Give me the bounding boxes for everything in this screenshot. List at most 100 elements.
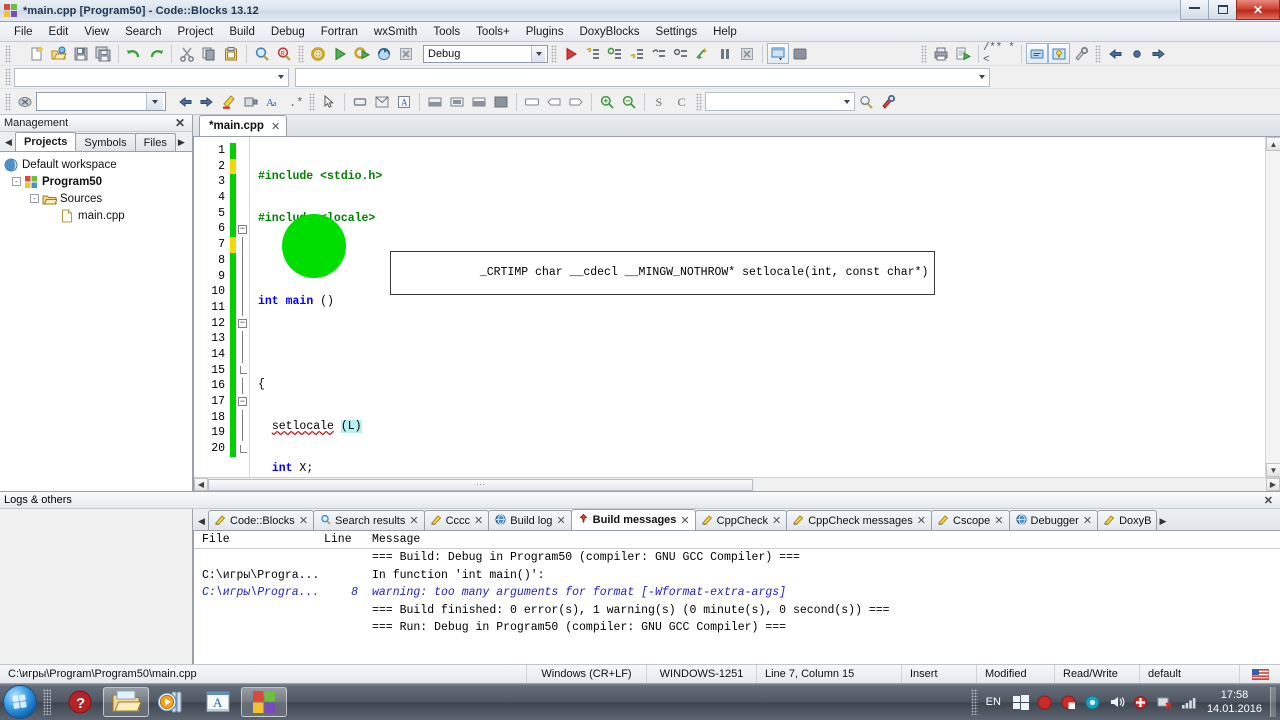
close-icon[interactable]: ✕	[917, 514, 926, 527]
grid-rows[interactable]: === Build: Debug in Program50 (compiler:…	[194, 549, 1280, 664]
frame-icon[interactable]: A	[393, 91, 415, 112]
close-icon[interactable]: ✕	[772, 514, 781, 527]
tree-item-sources[interactable]: - Sources	[4, 190, 192, 207]
antivirus-icon[interactable]	[1131, 692, 1151, 712]
wordpad-icon[interactable]: A	[195, 687, 241, 717]
editor-horizontal-scrollbar[interactable]: ◀ ⋯ ▶	[194, 477, 1280, 491]
recorder-icon[interactable]	[1059, 692, 1079, 712]
tree-item-workspace[interactable]: Default workspace	[4, 156, 192, 173]
menu-search[interactable]: Search	[117, 24, 169, 40]
tab-scroll-left-icon[interactable]: ◀	[2, 133, 15, 151]
expand-icon[interactable]	[565, 91, 587, 112]
next-line-icon[interactable]	[582, 43, 604, 64]
toolbar-grip-wx2[interactable]	[696, 92, 702, 111]
table-row[interactable]: === Run: Debug in Program50 (compiler: G…	[194, 619, 1280, 637]
close-icon[interactable]: ✕	[474, 514, 483, 527]
toolbar-grip[interactable]	[5, 44, 11, 63]
log-tab-cppcheck[interactable]: CppCheck ✕	[694, 510, 788, 530]
log-tab-build-log[interactable]: Build log ✕	[488, 510, 572, 530]
rebuild-icon[interactable]	[373, 43, 395, 64]
tab-scroll-right-icon[interactable]: ▶	[175, 133, 188, 151]
code-completion-scope-combo[interactable]	[14, 67, 289, 87]
step-into-instruction-icon[interactable]	[670, 43, 692, 64]
menu-view[interactable]: View	[76, 24, 117, 40]
build-target-combo[interactable]: Debug	[423, 44, 548, 63]
spacer-icon[interactable]	[521, 91, 543, 112]
menu-doxyblocks[interactable]: DoxyBlocks	[571, 24, 647, 40]
toolbar-grip-cc[interactable]	[5, 68, 11, 86]
scroll-up-icon[interactable]: ▲	[1266, 137, 1280, 151]
windows-start-orb[interactable]	[3, 685, 37, 719]
tree-item-project[interactable]: - Program50	[4, 173, 192, 190]
wxsmith-combo[interactable]	[705, 92, 855, 111]
log-tab-scroll-left-icon[interactable]: ◀	[195, 512, 208, 530]
menu-wxsmith[interactable]: wxSmith	[366, 24, 425, 40]
editor-tab-maincpp[interactable]: *main.cpp ✕	[199, 115, 288, 136]
search-settings-icon[interactable]	[855, 91, 877, 112]
menu-tools[interactable]: Tools	[425, 24, 468, 40]
minimize-button[interactable]	[1180, 0, 1209, 20]
menu-settings[interactable]: Settings	[648, 24, 706, 40]
chevron-down-icon[interactable]	[974, 75, 989, 79]
close-icon[interactable]: ✕	[994, 514, 1003, 527]
close-icon[interactable]: ✕	[1083, 514, 1092, 527]
prev-icon[interactable]	[174, 91, 196, 112]
volume-icon[interactable]	[1107, 692, 1127, 712]
cut-icon[interactable]	[176, 43, 198, 64]
close-icon[interactable]: ✕	[409, 514, 418, 527]
undo-icon[interactable]	[123, 43, 145, 64]
help-icon[interactable]: ?	[57, 687, 103, 717]
sizer-v-icon[interactable]	[446, 91, 468, 112]
code-text[interactable]: #include <stdio.h> #include <locale> int…	[250, 137, 1280, 477]
code-editor[interactable]: 1 2 3 4 5 6 7 8 9 10 11 12 13 14 15 16 1…	[193, 137, 1280, 491]
symbols-search-combo[interactable]	[295, 67, 990, 87]
fold-margin[interactable]: − − −	[236, 137, 250, 477]
chevron-down-icon[interactable]	[839, 99, 854, 104]
close-button[interactable]: ✕	[1236, 0, 1280, 20]
record-icon[interactable]	[1035, 692, 1055, 712]
build-and-run-icon[interactable]	[351, 43, 373, 64]
sizer-box-icon[interactable]	[490, 91, 512, 112]
column-message[interactable]: Message	[364, 533, 1280, 546]
menu-file[interactable]: File	[6, 24, 41, 40]
zoom-in-icon[interactable]	[596, 91, 618, 112]
log-tab-cppcheck-messages[interactable]: CppCheck messages ✕	[786, 510, 932, 530]
run-to-cursor-icon[interactable]	[692, 43, 714, 64]
run-icon[interactable]	[329, 43, 351, 64]
regex-icon[interactable]: .*	[284, 91, 306, 112]
log-tab-codeblocks[interactable]: Code::Blocks ✕	[208, 510, 315, 530]
chevron-down-icon[interactable]	[531, 45, 545, 62]
menu-fortran[interactable]: Fortran	[313, 24, 366, 40]
taskbar-clock[interactable]: 17:58 14.01.2016	[1201, 688, 1270, 716]
close-icon[interactable]: ✕	[680, 514, 689, 527]
build-icon[interactable]	[307, 43, 329, 64]
menu-help[interactable]: Help	[705, 24, 745, 40]
select-parent-icon[interactable]: S	[649, 91, 671, 112]
abort-icon[interactable]	[395, 43, 417, 64]
zoom-out-icon[interactable]	[618, 91, 640, 112]
tray-grip[interactable]	[970, 689, 978, 715]
chevron-down-icon[interactable]	[146, 93, 163, 110]
replace-icon[interactable]: R	[273, 43, 295, 64]
doxyblocks-blockcomment-icon[interactable]	[1026, 43, 1048, 64]
toolbar-grip-nav[interactable]	[1095, 44, 1101, 63]
save-all-icon[interactable]	[92, 43, 114, 64]
menu-debug[interactable]: Debug	[263, 24, 313, 40]
log-tab-cccc[interactable]: Cccc ✕	[423, 510, 490, 530]
close-icon[interactable]: ✕	[1261, 494, 1276, 507]
toolbar-grip-build[interactable]	[298, 44, 304, 63]
paste-icon[interactable]	[220, 43, 242, 64]
code-area[interactable]: 1 2 3 4 5 6 7 8 9 10 11 12 13 14 15 16 1…	[194, 137, 1280, 477]
toolbar-grip-debug[interactable]	[551, 44, 557, 63]
fold-toggle[interactable]: −	[236, 221, 249, 237]
network-error-icon[interactable]	[1155, 692, 1175, 712]
debugging-windows-icon[interactable]	[767, 43, 789, 64]
highlight-icon[interactable]	[218, 91, 240, 112]
menu-plugins[interactable]: Plugins	[518, 24, 572, 40]
menu-build[interactable]: Build	[221, 24, 263, 40]
sizer-grid-icon[interactable]	[468, 91, 490, 112]
tab-projects[interactable]: Projects	[15, 132, 77, 151]
selected-text-icon[interactable]	[240, 91, 262, 112]
taskbar-grip[interactable]	[43, 689, 51, 715]
menu-project[interactable]: Project	[170, 24, 222, 40]
